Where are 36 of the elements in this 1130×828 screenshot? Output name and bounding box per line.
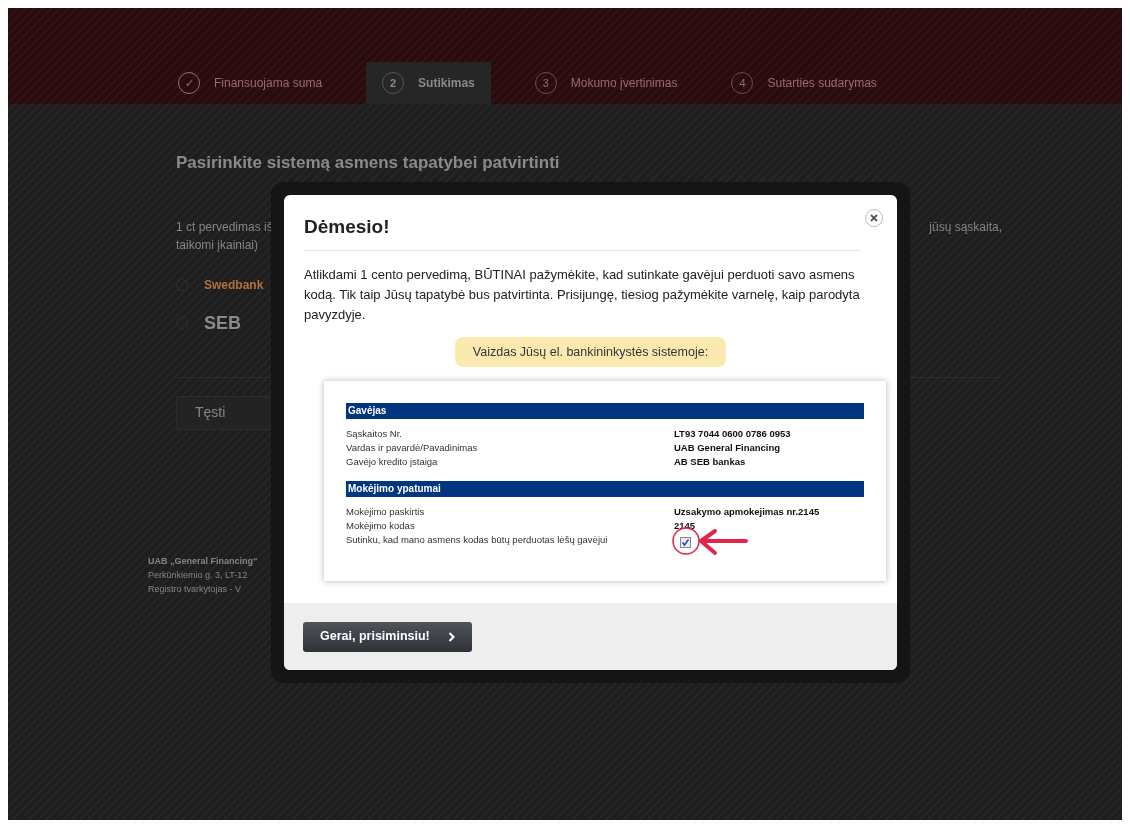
- modal-title: Dėmesio!: [304, 213, 861, 251]
- bank-logo: SEB: [204, 311, 241, 335]
- confirm-button[interactable]: Gerai, prisiminsiu!: [303, 621, 472, 652]
- field-value: 2145: [674, 519, 696, 534]
- bank-logo: Swedbank: [204, 276, 264, 294]
- field-label: Sutinku, kad mano asmens kodas būtų perduotas lėšų gavėjui: [346, 533, 609, 548]
- footer-text: Perkūnkiemio g. 3, LT-12: [148, 568, 249, 582]
- field-value: LT93 7044 0600 0786 0953: [674, 427, 791, 442]
- page-heading: Pasirinkite sistemą asmens tapatybei patvirtinti: [176, 152, 561, 174]
- section-header: Mokėjimo ypatumai: [346, 481, 864, 498]
- step-label: Sutikimas: [418, 75, 475, 92]
- step-tab[interactable]: 3 Mokumo įvertinimas: [524, 62, 688, 104]
- field-value: UAB General Financing: [674, 441, 781, 456]
- step-tab[interactable]: 4 Sutarties sudarymas: [721, 62, 887, 104]
- step-label: Sutarties sudarymas: [767, 75, 877, 92]
- field-label: Sąskaitos Nr.: [346, 427, 403, 442]
- field-value: Uzsakymo apmokejimas nr.2145: [674, 505, 820, 520]
- field-label: Mokėjimo kodas: [346, 519, 416, 534]
- step-label: Finansuojama suma: [214, 75, 323, 92]
- continue-button[interactable]: Tęsti: [176, 395, 272, 430]
- intro-text: taikomi įkainiai): [176, 236, 260, 254]
- step-tab[interactable]: 2 Sutikimas: [366, 62, 491, 104]
- modal-message: Atlikdami 1 cento pervedimą, BŪTINAI pažymėkite, kad sutinkate gavėjui perduoti savo asmens kodą. Tik taip Jūsų tapatybė bus patvirtinta. Prisijungę, tiesiog pažymėkite varnelę, kaip parodyta pavyzdyje.: [304, 265, 861, 324]
- note-label: Vaizdas Jūsų el. bankininkystės sistemoje:: [454, 336, 727, 368]
- field-label: Gavėjo kredito įstaiga: [346, 455, 439, 470]
- field-label: Vardas ir pavardė/Pavadinimas: [346, 441, 479, 456]
- field-label: Mokėjimo paskirtis: [346, 505, 426, 520]
- intro-text: jūsų sąskaita,: [929, 218, 1002, 236]
- footer-text: Registro tvarkytojas - V: [148, 582, 243, 596]
- footer-text: UAB „General Financing“: [148, 554, 259, 568]
- field-value: AB SEB bankas: [674, 455, 746, 470]
- step-label: Mokumo įvertinimas: [570, 75, 678, 92]
- step-tab[interactable]: ✓ Finansuojama suma: [168, 62, 333, 104]
- close-icon: [870, 214, 878, 222]
- section-header: Gavėjas: [346, 403, 864, 420]
- chevron-right-icon: [447, 631, 455, 642]
